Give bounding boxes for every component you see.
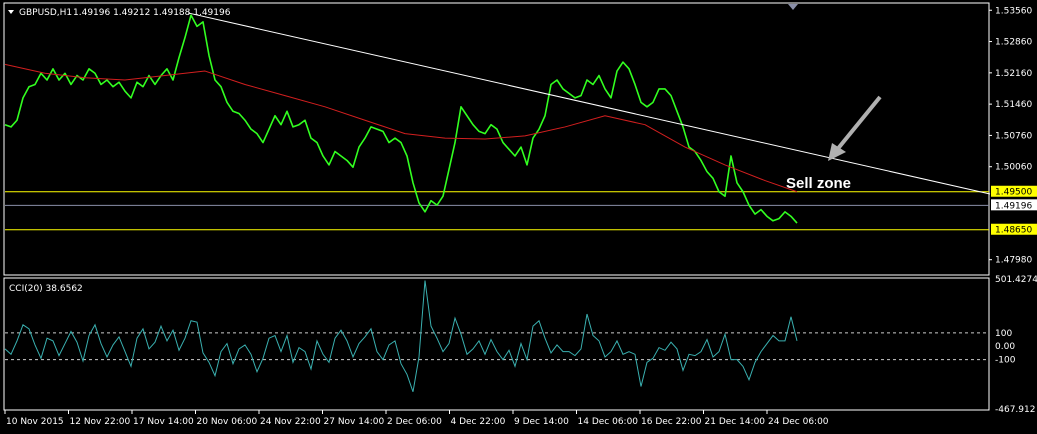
chart-svg: 1.49500 1.49196 1.48650 1.53560 1.52860 1.521… (0, 0, 1037, 434)
level-tag-label: 1.49500 (995, 188, 1032, 198)
y-tick-label: 1.50760 (995, 131, 1032, 141)
y-tick-label: 1.51460 (995, 100, 1032, 110)
level-tag-label: 1.49196 (995, 201, 1032, 211)
sell-zone-label: Sell zone (786, 175, 851, 192)
x-tick-label: 14 Dec 06:00 (578, 417, 639, 427)
x-tick-label: 21 Dec 14:00 (705, 417, 766, 427)
x-tick-label: 4 Dec 22:00 (451, 417, 506, 427)
cci-tick-label: -467.912 (995, 405, 1035, 415)
x-tick-label: 2 Dec 06:00 (387, 417, 442, 427)
x-tick-label: 20 Nov 06:00 (197, 417, 258, 427)
cci-tick-label: 501.4274 (995, 275, 1037, 285)
x-tick-label: 9 Dec 14:00 (514, 417, 569, 427)
x-tick-label: 24 Dec 06:00 (768, 417, 829, 427)
x-tick-label: 12 Nov 22:00 (70, 417, 131, 427)
cci-label: CCI(20) 38.6562 (9, 284, 83, 294)
x-tick-label: 10 Nov 2015 (6, 417, 64, 427)
level-tag-label: 1.48650 (995, 226, 1032, 236)
x-tick-label: 27 Nov 14:00 (324, 417, 385, 427)
x-tick-label: 24 Nov 22:00 (260, 417, 321, 427)
x-tick-label: 17 Nov 14:00 (133, 417, 194, 427)
cci-tick-label: 100 (995, 329, 1012, 339)
x-tick-label: 16 Dec 22:00 (641, 417, 702, 427)
cci-tick-label: 0.00 (995, 342, 1015, 352)
y-tick-label: 1.50060 (995, 163, 1032, 173)
symbol-label: GBPUSD,H1 (19, 8, 72, 18)
y-tick-label: 1.52160 (995, 69, 1032, 79)
y-tick-label: 1.47980 (995, 256, 1032, 266)
cci-tick-label: -100 (995, 356, 1016, 366)
y-tick-label: 1.53560 (995, 6, 1032, 16)
ohlc-readout: 1.49196 1.49212 1.49188 1.49196 (73, 8, 231, 18)
chart-background (0, 0, 1037, 434)
y-tick-label: 1.52860 (995, 38, 1032, 48)
